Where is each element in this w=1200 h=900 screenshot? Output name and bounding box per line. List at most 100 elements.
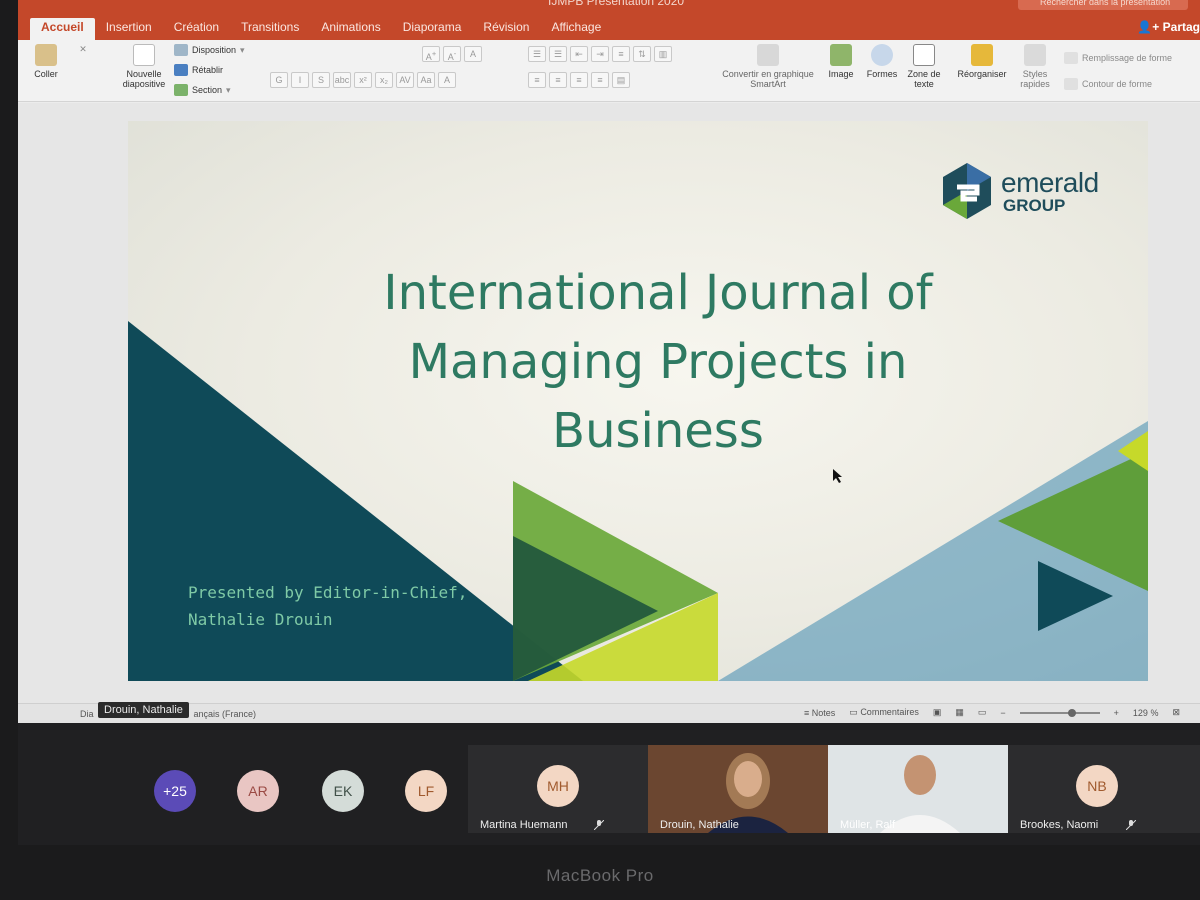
slide-sorter-icon[interactable]: ▦	[955, 707, 964, 718]
new-slide-button[interactable]: Nouvelle diapositive	[114, 44, 174, 89]
tab-animations[interactable]: Animations	[310, 18, 391, 40]
shrink-font-button[interactable]: A-	[443, 46, 461, 62]
section-button[interactable]: Section ▾	[174, 84, 231, 96]
screen: IJMPB Présentation 2020 Rechercher dans …	[18, 0, 1200, 845]
logo-group-text: GROUP	[1003, 195, 1066, 215]
underline-button[interactable]: S	[312, 72, 330, 88]
presenter-line: Presented by Editor-in-Chief,	[188, 583, 468, 602]
zoom-level[interactable]: 129 %	[1133, 708, 1159, 718]
indent-less-button[interactable]: ⇤	[570, 46, 588, 62]
shapes-button[interactable]: Formes	[864, 44, 900, 79]
bold-button[interactable]: G	[270, 72, 288, 88]
subscript-button[interactable]: x₂	[375, 72, 393, 88]
avatar-mh: MH	[537, 765, 579, 807]
avatar-ek[interactable]: EK	[322, 770, 364, 812]
clipboard-icon	[35, 44, 57, 66]
clear-format-button[interactable]: A	[464, 46, 482, 62]
window-title: IJMPB Présentation 2020	[548, 0, 685, 8]
cut-icon[interactable]: ✕	[76, 44, 90, 54]
change-case-button[interactable]: Aa	[417, 72, 435, 88]
presenter-view-icon[interactable]: ▭	[978, 707, 987, 718]
shape-fill-button[interactable]: Remplissage de forme	[1064, 52, 1172, 64]
columns-button[interactable]: ▥	[654, 46, 672, 62]
video-tile-drouin[interactable]: Drouin, Nathalie	[648, 745, 828, 833]
text-direction-button[interactable]: ⇅	[633, 46, 651, 62]
participant-name: Müller, Ralf	[840, 819, 896, 831]
tab-revision[interactable]: Révision	[472, 18, 540, 40]
participant-tile[interactable]: NB Brookes, Naomi	[1008, 745, 1200, 833]
language-status: ançais (France)	[193, 709, 257, 719]
zoom-slider[interactable]	[1019, 708, 1100, 717]
video-tile-muller[interactable]: Müller, Ralf	[828, 745, 1008, 833]
avatar-lf[interactable]: LF	[405, 770, 447, 812]
notes-button[interactable]: ≡ Notes	[804, 708, 835, 718]
quick-styles-button[interactable]: Styles rapides	[1012, 44, 1058, 89]
font-size-group: A+ A- A	[422, 46, 482, 62]
font-color-button[interactable]: A	[438, 72, 456, 88]
slide[interactable]: emerald GROUP International Journal of M…	[128, 121, 1148, 681]
layout-button[interactable]: Disposition ▾	[174, 44, 245, 56]
search-input[interactable]: Rechercher dans la présentation	[1018, 0, 1188, 10]
quick-styles-icon	[1024, 44, 1046, 66]
paste-button[interactable]: Coller	[26, 44, 66, 79]
meeting-participants-bar: +25 AR EK LF MH Martina Huemann Drouin, …	[18, 723, 1200, 845]
font-style-group: G I S abc x² x₂ AV Aa A	[270, 72, 456, 88]
overflow-participants[interactable]: +25	[154, 770, 196, 812]
italic-button[interactable]: I	[291, 72, 309, 88]
tab-diaporama[interactable]: Diaporama	[392, 18, 473, 40]
ribbon-tabs: Accueil Insertion Création Transitions A…	[30, 18, 612, 40]
textbox-button[interactable]: Zone de texte	[904, 44, 944, 89]
slide-canvas: emerald GROUP International Journal of M…	[18, 103, 1200, 703]
align-left-button[interactable]: ≡	[528, 72, 546, 88]
reset-icon	[174, 64, 188, 76]
tab-transitions[interactable]: Transitions	[230, 18, 310, 40]
device-brand: MacBook Pro	[546, 866, 654, 885]
convert-smartart-button[interactable]: Convertir en graphique SmartArt	[718, 44, 818, 89]
comments-button[interactable]: ▭ Commentaires	[849, 707, 919, 718]
participant-name: Drouin, Nathalie	[660, 819, 739, 831]
slide-title[interactable]: International Journal of Managing Projec…	[278, 259, 1038, 466]
grow-font-button[interactable]: A+	[422, 46, 440, 62]
numbering-button[interactable]: ☰	[549, 46, 567, 62]
strikethrough-button[interactable]: abc	[333, 72, 351, 88]
normal-view-icon[interactable]: ▣	[933, 707, 942, 718]
tab-accueil[interactable]: Accueil	[30, 18, 95, 40]
bullets-button[interactable]: ☰	[528, 46, 546, 62]
logo-wordmark: emerald	[1001, 166, 1099, 198]
indent-more-button[interactable]: ⇥	[591, 46, 609, 62]
tab-insertion[interactable]: Insertion	[95, 18, 163, 40]
zoom-knob[interactable]	[1067, 708, 1076, 717]
tab-creation[interactable]: Création	[163, 18, 230, 40]
mic-off-icon	[1126, 820, 1136, 830]
justify-button[interactable]: ≡	[591, 72, 609, 88]
presenter-line: Nathalie Drouin	[188, 610, 333, 629]
align-text-button[interactable]: ▤	[612, 72, 630, 88]
image-button[interactable]: Image	[824, 44, 858, 79]
mouse-cursor-icon	[833, 469, 842, 483]
textbox-icon	[913, 44, 935, 66]
status-controls: ≡ Notes ▭ Commentaires ▣ ▦ ▭ − + 129 % ⊠	[804, 707, 1180, 718]
participant-name: Martina Huemann	[480, 819, 568, 831]
zoom-out-button[interactable]: −	[1000, 708, 1005, 718]
shape-outline-button[interactable]: Contour de forme	[1064, 78, 1152, 90]
comment-icon: ▭	[849, 707, 861, 717]
participant-tile[interactable]: MH Martina Huemann	[468, 745, 648, 833]
tab-affichage[interactable]: Affichage	[540, 18, 612, 40]
ribbon: Coller ✕ Nouvelle diapositive Dispositio…	[18, 40, 1200, 102]
align-right-button[interactable]: ≡	[570, 72, 588, 88]
pencil-icon	[1064, 78, 1078, 90]
presenter-text[interactable]: Presented by Editor-in-Chief, Nathalie D…	[188, 579, 467, 633]
layout-icon	[174, 44, 188, 56]
superscript-button[interactable]: x²	[354, 72, 372, 88]
char-spacing-button[interactable]: AV	[396, 72, 414, 88]
avatar-ar[interactable]: AR	[237, 770, 279, 812]
share-button[interactable]: 👤+ Partag	[1137, 20, 1200, 34]
zoom-in-button[interactable]: +	[1114, 708, 1119, 718]
title-bar: IJMPB Présentation 2020 Rechercher dans …	[18, 0, 1200, 40]
paint-bucket-icon	[1064, 52, 1078, 64]
align-center-button[interactable]: ≡	[549, 72, 567, 88]
line-spacing-button[interactable]: ≡	[612, 46, 630, 62]
fit-window-icon[interactable]: ⊠	[1172, 707, 1180, 718]
arrange-button[interactable]: Réorganiser	[954, 44, 1010, 79]
reset-button[interactable]: Rétablir	[174, 64, 223, 76]
